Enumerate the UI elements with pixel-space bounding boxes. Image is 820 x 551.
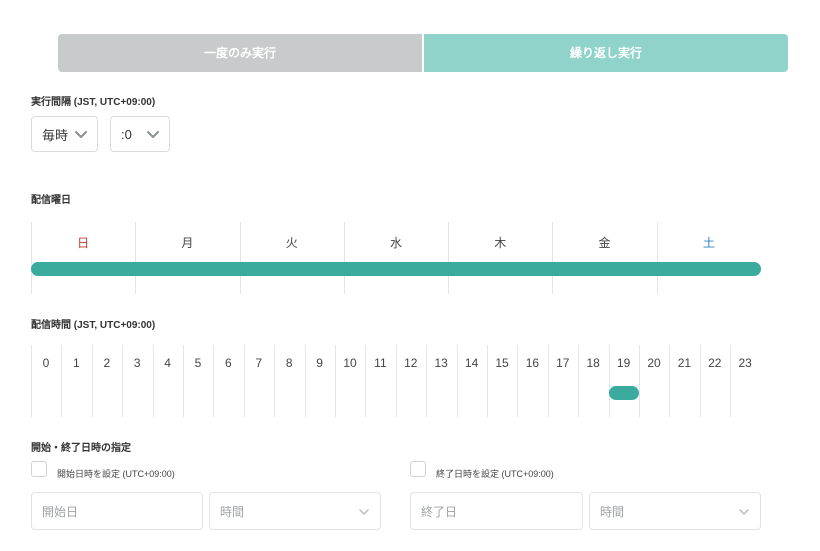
start-time-select[interactable]: 時間 xyxy=(209,492,381,530)
hour-label: 15 xyxy=(495,356,509,370)
start-date-placeholder: 開始日 xyxy=(42,504,79,519)
chevron-down-icon xyxy=(147,131,159,138)
interval-unit-select[interactable]: 毎時 xyxy=(31,116,98,152)
weekday-label: 金 xyxy=(598,236,611,250)
weekday-label: 土 xyxy=(702,236,715,250)
hour-label: 6 xyxy=(225,356,232,370)
hour-label: 16 xyxy=(525,356,540,370)
hour-label: 5 xyxy=(194,356,202,370)
hour-selected-pill[interactable] xyxy=(608,386,639,400)
weekday-selection-bar[interactable] xyxy=(31,262,761,276)
hour-label: 1 xyxy=(73,356,80,370)
end-datetime-checkbox[interactable] xyxy=(410,461,426,477)
end-time-value: 時間 xyxy=(600,504,625,519)
hour-label: 2 xyxy=(103,356,111,370)
hour-label: 19 xyxy=(616,356,631,370)
weekday-column[interactable] xyxy=(343,222,448,294)
chevron-down-icon xyxy=(75,131,87,138)
weekdays-label: 配信曜日 xyxy=(31,195,71,206)
weekday-label: 月 xyxy=(181,236,194,250)
chevron-down-icon xyxy=(359,509,369,515)
hour-label: 13 xyxy=(434,356,448,370)
hours-label: 配信時間 (JST, UTC+09:00) xyxy=(31,320,156,331)
hour-label: 18 xyxy=(586,356,600,370)
hour-label: 14 xyxy=(464,356,479,370)
start-time-value: 時間 xyxy=(220,504,245,519)
hour-label: 8 xyxy=(285,356,293,370)
hour-label: 22 xyxy=(708,356,722,370)
weekday-column[interactable] xyxy=(552,222,656,294)
mode-repeat-button[interactable]: 繰り返し実行 xyxy=(424,34,788,72)
start-datetime-checkbox[interactable] xyxy=(31,461,47,477)
end-date-input[interactable]: 終了日 xyxy=(410,492,583,530)
end-time-select[interactable]: 時間 xyxy=(589,492,761,530)
interval-minute-select[interactable]: :0 xyxy=(110,116,170,152)
hour-label: 3 xyxy=(133,356,141,370)
hour-label: 21 xyxy=(677,356,692,370)
start-date-input[interactable]: 開始日 xyxy=(31,492,203,530)
weekday-column[interactable] xyxy=(448,222,552,294)
end-date-placeholder: 終了日 xyxy=(421,504,458,519)
hour-label: 7 xyxy=(255,356,263,370)
weekday-column[interactable] xyxy=(135,222,239,294)
weekday-column[interactable] xyxy=(31,222,135,294)
chevron-down-icon xyxy=(739,509,749,515)
hour-label: 17 xyxy=(556,356,570,370)
hour-label: 0 xyxy=(42,356,50,370)
weekday-column[interactable] xyxy=(239,222,344,294)
range-label: 開始・終了日時の指定 xyxy=(31,443,131,454)
hour-label: 4 xyxy=(164,356,171,370)
weekday-label: 日 xyxy=(77,236,90,250)
hour-label: 11 xyxy=(374,356,387,370)
weekday-column[interactable] xyxy=(656,222,761,294)
interval-unit-value: 毎時 xyxy=(42,127,69,143)
hour-label: 12 xyxy=(404,356,418,370)
hour-label: 10 xyxy=(343,356,357,370)
hour-label: 20 xyxy=(647,356,661,370)
end-datetime-check-label: 終了日時を設定 (UTC+09:00) xyxy=(436,469,554,479)
hour-label: 9 xyxy=(316,356,323,370)
hour-label: 23 xyxy=(738,356,752,370)
weekday-label: 水 xyxy=(389,236,402,250)
weekday-label: 木 xyxy=(494,236,507,250)
interval-label: 実行間隔 (JST, UTC+09:00) xyxy=(31,97,156,108)
interval-minute-value: :0 xyxy=(121,126,132,142)
start-datetime-check-label: 開始日時を設定 (UTC+09:00) xyxy=(57,469,175,479)
weekday-label: 火 xyxy=(285,236,298,250)
mode-once-button[interactable]: 一度のみ実行 xyxy=(58,34,422,72)
